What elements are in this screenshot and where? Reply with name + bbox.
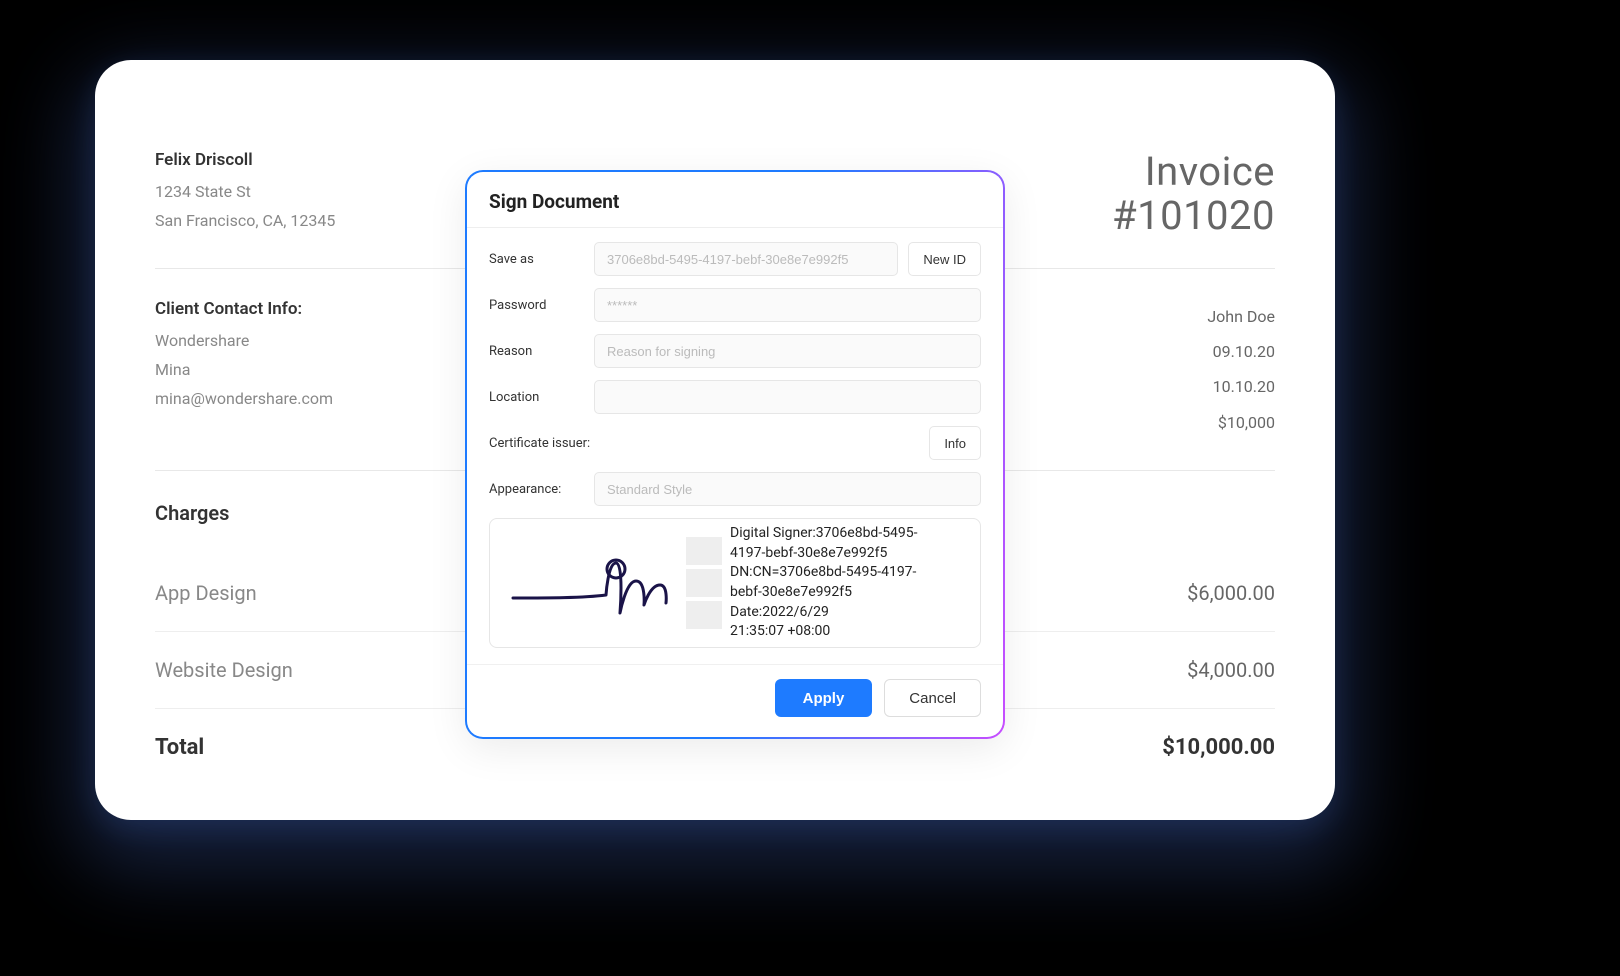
client-label: Client Contact Info: [155, 299, 333, 319]
total-label: Total [155, 735, 204, 760]
meta-date-2: 10.10.20 [1207, 369, 1275, 404]
appearance-label: Appearance: [489, 482, 584, 497]
password-input[interactable] [594, 288, 981, 322]
charge-label: App Design [155, 581, 257, 605]
client-email: mina@wondershare.com [155, 385, 333, 414]
cancel-button[interactable]: Cancel [884, 679, 981, 717]
signature-details: Digital Signer:3706e8bd-5495- 4197-bebf-… [730, 524, 962, 642]
signature-bars-icon [686, 537, 722, 629]
charge-amount: $4,000.00 [1187, 658, 1275, 682]
appearance-select[interactable] [594, 472, 981, 506]
invoice-meta: John Doe 09.10.20 10.10.20 $10,000 [1207, 299, 1275, 440]
total-amount: $10,000.00 [1162, 735, 1275, 760]
meta-name: John Doe [1207, 299, 1275, 334]
sender-address-2: San Francisco, CA, 12345 [155, 207, 335, 236]
signature-preview: Digital Signer:3706e8bd-5495- 4197-bebf-… [489, 518, 981, 648]
sender-name: Felix Driscoll [155, 150, 335, 170]
meta-amount: $10,000 [1207, 405, 1275, 440]
location-label: Location [489, 390, 584, 405]
certificate-issuer-label: Certificate issuer: [489, 436, 590, 451]
meta-date-1: 09.10.20 [1207, 334, 1275, 369]
sign-document-dialog: Sign Document Save as New ID Password Re… [465, 170, 1005, 739]
apply-button[interactable]: Apply [775, 679, 873, 717]
password-label: Password [489, 298, 584, 313]
invoice-title-word: Invoice [1112, 150, 1275, 194]
dialog-title: Sign Document [467, 172, 1003, 227]
info-button[interactable]: Info [929, 426, 981, 460]
sender-block: Felix Driscoll 1234 State St San Francis… [155, 150, 335, 236]
new-id-button[interactable]: New ID [908, 242, 981, 276]
reason-label: Reason [489, 344, 584, 359]
location-input[interactable] [594, 380, 981, 414]
signature-icon [508, 543, 678, 623]
charge-label: Website Design [155, 658, 293, 682]
charge-amount: $6,000.00 [1187, 581, 1275, 605]
reason-input[interactable] [594, 334, 981, 368]
save-as-input[interactable] [594, 242, 898, 276]
invoice-number: #101020 [1112, 194, 1275, 238]
save-as-label: Save as [489, 252, 584, 267]
invoice-title: Invoice #101020 [1112, 150, 1275, 238]
client-block: Client Contact Info: Wondershare Mina mi… [155, 299, 333, 440]
client-company: Wondershare [155, 327, 333, 356]
sender-address-1: 1234 State St [155, 178, 335, 207]
client-contact: Mina [155, 356, 333, 385]
